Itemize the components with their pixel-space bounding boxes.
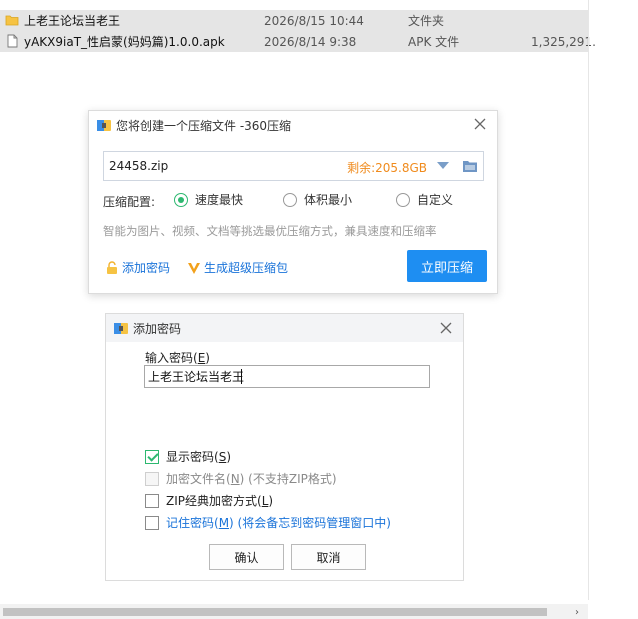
- password-dialog-title-bar[interactable]: 添加密码: [106, 314, 463, 342]
- folder-icon: [5, 15, 19, 26]
- archive-app-icon: [97, 120, 111, 131]
- encrypt-filename-checkbox: 加密文件名(N) (不支持ZIP格式): [145, 470, 337, 487]
- radio-custom[interactable]: 自定义: [396, 191, 453, 208]
- free-space-label: 剩余:205.8GB: [347, 161, 427, 175]
- file-type: APK 文件: [408, 35, 460, 49]
- checkbox-empty-icon: [145, 493, 159, 508]
- checkbox-label: 记住密码(M) (将会备忘到密码管理窗口中): [166, 516, 391, 530]
- scroll-right-arrow-icon[interactable]: ›: [575, 607, 579, 618]
- scrollbar-thumb[interactable]: [3, 608, 547, 616]
- file-icon: [7, 34, 18, 48]
- confirm-button[interactable]: 确认: [209, 544, 284, 570]
- file-date: 2026/8/15 10:44: [264, 13, 364, 28]
- radio-fastest[interactable]: 速度最快: [174, 191, 243, 208]
- super-pack-label: 生成超级压缩包: [204, 261, 289, 275]
- radio-empty-icon: [396, 192, 410, 207]
- radio-label: 速度最快: [195, 193, 244, 207]
- file-name: yAKX9iaT_性启蒙(妈妈篇)1.0.0.apk: [24, 35, 225, 49]
- password-input[interactable]: [144, 365, 430, 388]
- file-size: 1,325,291.: [531, 34, 596, 49]
- checkbox-label: 显示密码(S): [166, 450, 231, 464]
- checkbox-label: ZIP经典加密方式(L): [166, 494, 274, 508]
- file-row-folder[interactable]: 上老王论坛当老王 2026/8/15 10:44 文件夹: [0, 10, 588, 31]
- file-date: 2026/8/14 9:38: [264, 34, 357, 49]
- compress-config-label: 压缩配置:: [103, 195, 156, 209]
- file-type: 文件夹: [408, 14, 445, 28]
- text-caret: [241, 369, 242, 384]
- file-row-apk[interactable]: yAKX9iaT_性启蒙(妈妈篇)1.0.0.apk 2026/8/14 9:3…: [0, 31, 596, 52]
- super-pack-link[interactable]: 生成超级压缩包: [187, 259, 288, 276]
- checkbox-disabled-icon: [145, 471, 159, 486]
- v-badge-icon: [188, 262, 200, 274]
- add-password-link[interactable]: 添加密码: [105, 259, 170, 276]
- remember-password-checkbox[interactable]: 记住密码(M) (将会备忘到密码管理窗口中): [145, 514, 391, 531]
- checkbox-empty-icon: [145, 515, 159, 530]
- zip-classic-encryption-checkbox[interactable]: ZIP经典加密方式(L): [145, 492, 273, 509]
- password-dialog: 添加密码 输入密码(E) 显示密码(S) 加密文件名(N) (不支持ZIP格式)…: [105, 313, 464, 581]
- compress-dialog-title: 您将创建一个压缩文件 -360压缩: [116, 119, 292, 133]
- radio-selected-icon: [174, 192, 188, 207]
- checkbox-label: 加密文件名(N) (不支持ZIP格式): [166, 472, 337, 486]
- password-dialog-title: 添加密码: [133, 322, 182, 336]
- radio-label: 自定义: [417, 193, 454, 207]
- add-password-label: 添加密码: [122, 261, 171, 275]
- cancel-button[interactable]: 取消: [291, 544, 366, 570]
- lock-icon: [107, 260, 117, 274]
- browse-folder-icon[interactable]: [462, 159, 478, 173]
- archive-filename: 24458.zip: [109, 159, 169, 173]
- compress-hint: 智能为图片、视频、文档等挑选最优压缩方式，兼具速度和压缩率: [103, 224, 437, 238]
- password-input-label: 输入密码(E): [145, 351, 210, 365]
- close-icon[interactable]: [471, 115, 489, 133]
- chevron-down-icon[interactable]: [437, 162, 449, 170]
- file-name: 上老王论坛当老王: [24, 14, 121, 28]
- compress-now-button[interactable]: 立即压缩: [407, 250, 487, 282]
- archive-app-icon: [114, 323, 128, 334]
- compress-dialog: 您将创建一个压缩文件 -360压缩 24458.zip 剩余:205.8GB 压…: [88, 110, 498, 294]
- checkbox-checked-icon: [145, 449, 159, 464]
- radio-empty-icon: [283, 192, 297, 207]
- column-divider: [588, 0, 589, 600]
- compress-dialog-title-bar[interactable]: 您将创建一个压缩文件 -360压缩: [89, 111, 497, 139]
- horizontal-scrollbar[interactable]: [0, 604, 588, 619]
- show-password-checkbox[interactable]: 显示密码(S): [145, 448, 231, 465]
- close-icon[interactable]: [437, 319, 455, 337]
- radio-label: 体积最小: [304, 193, 353, 207]
- radio-smallest[interactable]: 体积最小: [283, 191, 352, 208]
- archive-path-field[interactable]: 24458.zip 剩余:205.8GB: [103, 151, 484, 181]
